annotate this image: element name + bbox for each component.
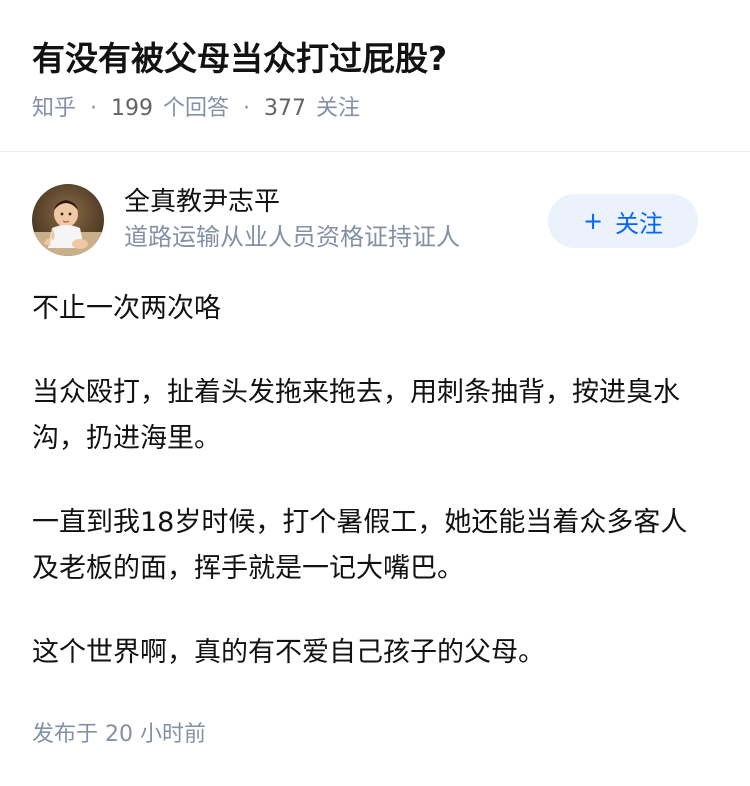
question-meta: 知乎 · 199 个回答 · 377 关注 bbox=[32, 94, 718, 124]
answer-count-label[interactable]: 个回答 bbox=[163, 94, 229, 124]
avatar[interactable] bbox=[32, 184, 104, 256]
site-name[interactable]: 知乎 bbox=[32, 94, 76, 124]
answer-paragraph: 不止一次两次咯 bbox=[32, 293, 221, 324]
follow-button[interactable]: + 关注 bbox=[548, 194, 698, 248]
child-photo-avatar-icon bbox=[32, 184, 104, 256]
question-title[interactable]: 有没有被父母当众打过屁股? bbox=[32, 36, 718, 82]
meta-separator: · bbox=[243, 96, 251, 121]
author-info: 全真教尹志平 道路运输从业人员资格证持证人 bbox=[124, 184, 460, 254]
follower-count: 377 bbox=[264, 96, 307, 121]
answer-count: 199 bbox=[111, 96, 154, 121]
answer-paragraph: 一直到我18岁时候，打个暑假工，她还能当着众多客人及老板的面，挥手就是一记大嘴巴… bbox=[32, 507, 688, 584]
answer-paragraph: 当众殴打，扯着头发拖来拖去，用刺条抽背，按进臭水沟，扔进海里。 bbox=[32, 377, 680, 454]
answer-time[interactable]: 发布于 20 小时前 bbox=[32, 718, 206, 752]
answer-paragraph: 这个世界啊，真的有不爱自己孩子的父母。 bbox=[32, 637, 545, 668]
follower-count-label: 关注 bbox=[316, 96, 361, 121]
question-header: 有没有被父母当众打过屁股? 知乎 · 199 个回答 · 377 关注 bbox=[32, 36, 718, 124]
plus-icon: + bbox=[582, 207, 604, 235]
author-name[interactable]: 全真教尹志平 bbox=[124, 184, 460, 220]
divider bbox=[0, 151, 750, 152]
answer-body: 不止一次两次咯 当众殴打，扯着头发拖来拖去，用刺条抽背，按进臭水沟，扔进海里。 … bbox=[32, 286, 710, 714]
author-row: 全真教尹志平 道路运输从业人员资格证持证人 + 关注 bbox=[32, 184, 698, 258]
published-label: 发布于 bbox=[32, 722, 99, 747]
meta-separator: · bbox=[90, 96, 98, 121]
follow-button-label: 关注 bbox=[615, 209, 664, 238]
author-badge: 道路运输从业人员资格证持证人 bbox=[124, 223, 460, 251]
published-time: 20 小时前 bbox=[105, 722, 207, 747]
